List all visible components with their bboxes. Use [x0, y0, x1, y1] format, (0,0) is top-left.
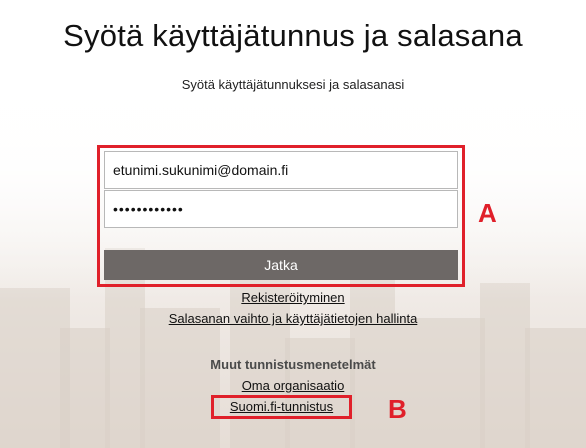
register-link[interactable]: Rekisteröityminen — [0, 290, 586, 305]
other-methods-heading: Muut tunnistusmenetelmät — [210, 357, 376, 372]
email-field[interactable] — [104, 151, 458, 189]
continue-button[interactable]: Jatka — [104, 250, 458, 280]
password-field[interactable] — [104, 190, 458, 228]
callout-label-b: B — [388, 394, 407, 424]
own-organization-link[interactable]: Oma organisaatio — [0, 378, 586, 393]
callout-label-a: A — [478, 198, 497, 228]
suomi-fi-link[interactable]: Suomi.fi-tunnistus — [214, 398, 349, 416]
password-management-link[interactable]: Salasanan vaihto ja käyttäjätietojen hal… — [0, 311, 586, 326]
login-form-highlight: Jatka — [97, 145, 465, 287]
suomi-fi-highlight: Suomi.fi-tunnistus — [211, 395, 352, 419]
page-title: Syötä käyttäjätunnus ja salasana — [63, 18, 523, 53]
page-subtitle: Syötä käyttäjätunnuksesi ja salasanasi — [181, 77, 405, 92]
